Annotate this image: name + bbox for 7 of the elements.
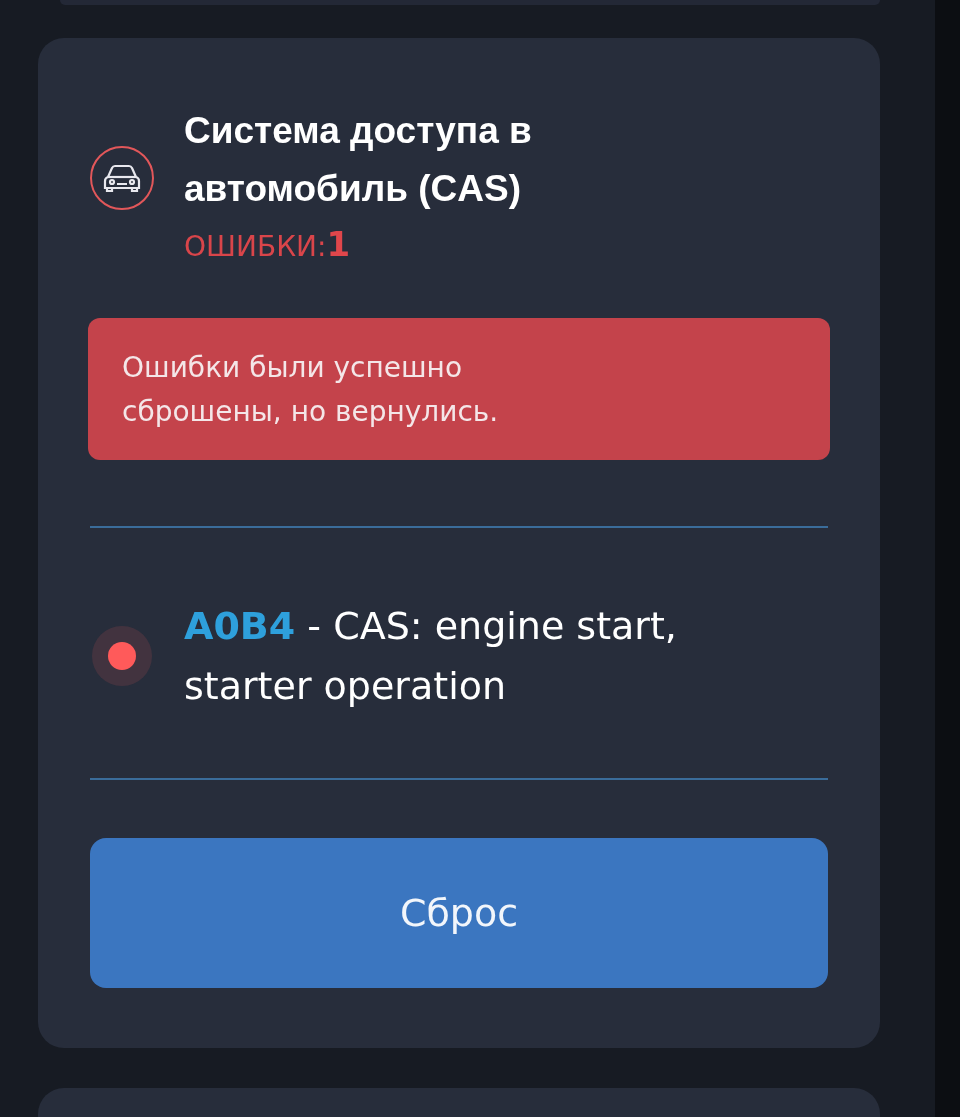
module-title: Система доступа в автомобиль (CAS) [184, 108, 533, 211]
errors-label: ОШИБКИ: [184, 229, 327, 263]
error-alert: Ошибки были успешно сброшены, но вернулись. [88, 317, 830, 460]
errors-count: 1 [326, 223, 351, 264]
fault-description: A0B4 - CAS: engine start, starter operation [184, 602, 678, 710]
car-icon [90, 145, 154, 210]
reset-button[interactable]: Сброс [90, 837, 828, 988]
